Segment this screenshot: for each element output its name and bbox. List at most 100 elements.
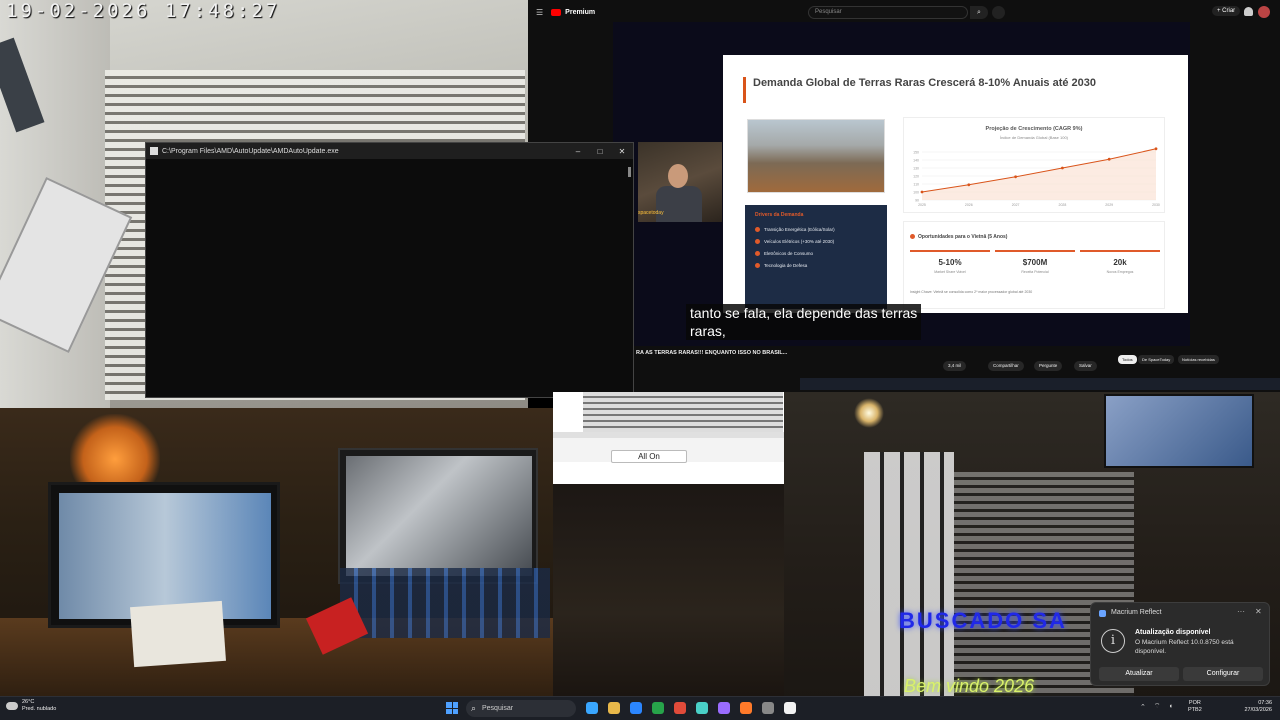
presentation-slide: Demanda Global de Terras Raras Crescerá … [723, 55, 1188, 313]
weather-desc: Pred. nublado [22, 706, 57, 712]
avatar[interactable] [1258, 6, 1270, 18]
save-button[interactable]: Salvar [1074, 361, 1097, 371]
scrollbar[interactable] [628, 167, 631, 177]
notification-toast[interactable]: Macrium Reflect ··· ✕ i Atualização disp… [1090, 602, 1270, 686]
close-button[interactable]: ✕ [611, 147, 633, 156]
info-icon: i [1101, 629, 1125, 653]
ask-button[interactable]: Pergunte [1034, 361, 1063, 371]
youtube-header: ☰ Premium Pesquisar ⌕ + Criar [528, 0, 1280, 24]
console-titlebar[interactable]: C:\Program Files\AMD\AutoUpdate\AMDAutoU… [146, 143, 633, 159]
console-title: C:\Program Files\AMD\AutoUpdate\AMDAutoU… [162, 147, 339, 155]
chip-channel[interactable]: De SpaceToday [1138, 355, 1175, 364]
clock-time: 07:36 [1258, 700, 1272, 706]
y-tick-label: 150 [913, 151, 919, 155]
maximize-button[interactable]: □ [589, 147, 611, 156]
kpi-label: Market Share Viável [934, 270, 966, 274]
drivers-title: Drivers da Demanda [755, 212, 804, 218]
taskbar-app-icon[interactable] [586, 702, 598, 714]
taskbar-app-icon[interactable] [674, 702, 686, 714]
youtube-logo[interactable]: ☰ Premium [536, 8, 595, 17]
taskbar-app-icon[interactable] [784, 702, 796, 714]
volume-icon[interactable]: ◖ [1168, 703, 1172, 710]
x-tick-label: 2028 [1059, 203, 1067, 207]
clock-date: 27/03/2026 [1244, 707, 1272, 713]
youtube-play-icon [551, 8, 562, 16]
youtube-logo-text: Premium [565, 8, 596, 16]
start-button[interactable] [446, 702, 458, 714]
monitor-right-screen [346, 456, 532, 576]
console-window[interactable]: C:\Program Files\AMD\AutoUpdate\AMDAutoU… [145, 142, 634, 398]
y-tick-label: 120 [913, 175, 919, 179]
taskbar-app-icon[interactable] [718, 702, 730, 714]
taskbar-search-input[interactable]: Pesquisar [466, 700, 576, 717]
small-control-window: All On [553, 392, 784, 484]
bullet-icon [755, 239, 760, 244]
audio-mixer [340, 568, 550, 638]
bullet-icon [755, 227, 760, 232]
more-options-icon[interactable]: ··· [1237, 607, 1245, 616]
keyboard-label: PTB2 [1188, 707, 1202, 713]
kpi-card: $700M Receita Potencial [995, 250, 1075, 278]
taskbar-app-icon[interactable] [762, 702, 774, 714]
growth-chart: Projeção de Crescimento (CAGR 9%) Índice… [903, 117, 1165, 213]
data-point [1154, 147, 1158, 151]
x-tick-label: 2029 [1105, 203, 1113, 207]
refinery-photo [747, 119, 885, 193]
microphone-icon[interactable] [992, 6, 1005, 19]
weather-widget[interactable]: 26°C Pred. nublado [6, 699, 56, 713]
bullet-icon [910, 234, 915, 239]
data-point [1014, 175, 1017, 179]
taskbar-app-icon[interactable] [608, 702, 620, 714]
presenter-webcam: spacetoday [638, 142, 722, 222]
minimize-button[interactable]: – [567, 147, 589, 156]
embedded-taskbar [800, 378, 1280, 390]
camera-feed-middle [553, 484, 784, 700]
notifications-bell-icon[interactable] [1244, 7, 1253, 16]
monitor-left-screen [59, 493, 271, 619]
data-point [967, 183, 971, 187]
chart-svg: 90 100 110 120 130 140 150 2025 2026 2027 2028 2029… [913, 147, 1160, 207]
share-button[interactable]: Compartilhar [988, 361, 1024, 371]
language-label: POR [1188, 700, 1201, 706]
welcome-sign: Bem vindo 2026 [904, 676, 1035, 696]
chevron-up-icon[interactable]: ⌃ [1140, 703, 1146, 711]
taskbar-app-icon[interactable] [652, 702, 664, 714]
y-tick-label: 140 [913, 159, 919, 163]
notification-app-name: Macrium Reflect [1111, 609, 1162, 616]
language-indicator[interactable]: POR PTB2 [1188, 700, 1202, 714]
create-button[interactable]: + Criar [1212, 6, 1241, 16]
menu-icon[interactable]: ☰ [536, 8, 543, 17]
taskbar-app-icon[interactable] [630, 702, 642, 714]
chip-news[interactable]: Notícias recebidas [1178, 355, 1219, 364]
gate-door [864, 452, 954, 700]
like-button[interactable]: 3,4 mil [943, 361, 967, 371]
youtube-search-input[interactable]: Pesquisar [808, 6, 968, 19]
notification-body: O Macrium Reflect 10.0.8750 está disponí… [1135, 639, 1234, 655]
presenter-body [656, 186, 702, 222]
search-icon[interactable]: ⌕ [970, 6, 988, 19]
close-icon[interactable]: ✕ [1255, 607, 1262, 616]
system-tray[interactable]: ⌃ ⌔ ◖ [1140, 702, 1173, 711]
macrium-app-icon [1099, 610, 1106, 617]
console-icon [150, 147, 158, 155]
kpi-value: 20k [1113, 258, 1127, 267]
update-button[interactable]: Atualizar [1099, 667, 1179, 681]
desk-calendar [130, 600, 226, 668]
bullet-icon [755, 263, 760, 268]
kpi-value: 5-10% [938, 258, 962, 267]
window-preview [583, 392, 783, 432]
y-tick-label: 130 [913, 167, 919, 171]
chip-all[interactable]: Todos [1118, 355, 1137, 364]
kpi-label: Receita Potencial [1021, 270, 1049, 274]
notification-heading: Atualização disponível [1135, 629, 1211, 636]
cloud-icon [6, 702, 18, 710]
kpi-label: Novos Empregos [1106, 270, 1134, 274]
configure-button[interactable]: Configurar [1183, 667, 1263, 681]
y-tick-label: 110 [913, 183, 919, 187]
taskbar-app-icon[interactable] [740, 702, 752, 714]
presenter-head [668, 164, 688, 188]
network-icon[interactable]: ⌔ [1154, 702, 1161, 711]
all-on-button[interactable]: All On [611, 450, 687, 463]
clock[interactable]: 07:36 27/03/2026 [1236, 700, 1272, 714]
taskbar-app-icon[interactable] [696, 702, 708, 714]
